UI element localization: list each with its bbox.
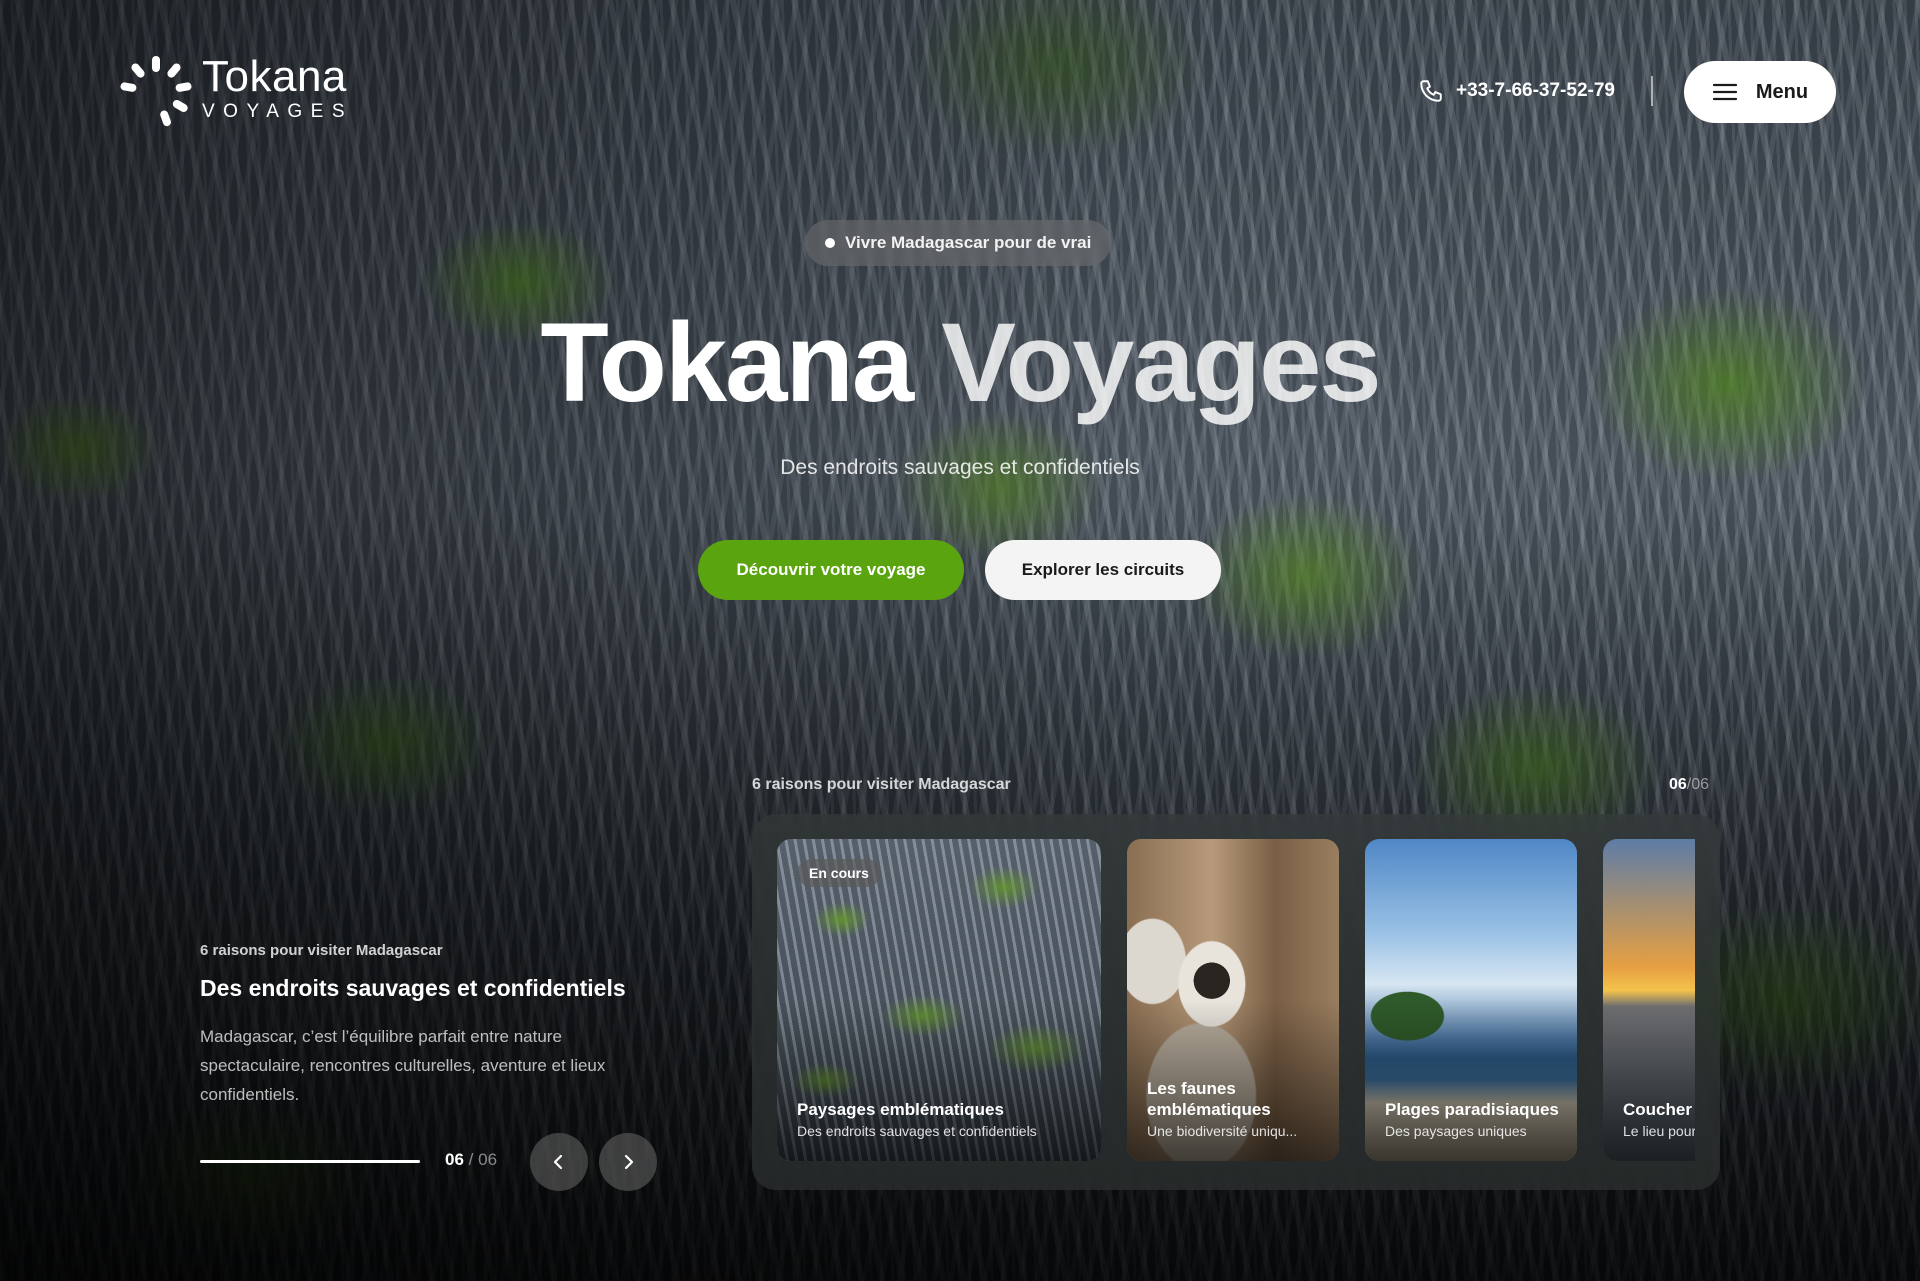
slider-kicker: 6 raisons pour visiter Madagascar — [752, 776, 1011, 793]
hero-badge: Vivre Madagascar pour de vrai — [805, 220, 1112, 266]
slider-track: En cours Paysages emblématiques Des endr… — [777, 839, 1695, 1161]
menu-label: Menu — [1755, 80, 1809, 103]
card-title: Paysages emblématiques — [797, 1100, 1004, 1119]
card-title: Coucher de soleil — [1623, 1100, 1695, 1119]
slide-card-landscapes[interactable]: En cours Paysages emblématiques Des endr… — [777, 839, 1101, 1161]
hero-title-part1: Tokana — [540, 300, 914, 425]
explore-circuits-button[interactable]: Explorer les circuits — [985, 540, 1221, 600]
feature-progress-bar — [200, 1160, 420, 1163]
slider-counter: 06/06 — [1669, 776, 1709, 794]
discover-trip-button[interactable]: Découvrir votre voyage — [698, 540, 964, 600]
feature-counter: 06 / 06 — [445, 1150, 497, 1170]
reasons-slider: En cours Paysages emblématiques Des endr… — [752, 814, 1720, 1190]
slider-current: 06 — [1669, 776, 1687, 793]
feature-info: 6 raisons pour visiter Madagascar Des en… — [200, 942, 680, 1109]
badge-dot — [825, 238, 835, 248]
feature-current: 06 — [445, 1150, 464, 1169]
slide-card-fauna[interactable]: Les faunes emblématiques Une biodiversit… — [1127, 839, 1339, 1161]
feature-body: Madagascar, c’est l’équilibre parfait en… — [200, 1027, 606, 1104]
next-slide-button[interactable] — [599, 1133, 657, 1191]
chevron-left-icon — [553, 1154, 563, 1170]
feature-total: 06 — [478, 1150, 498, 1169]
phone-link[interactable]: +33-7-66-37-52-79 — [1418, 78, 1615, 104]
slide-card-sunset[interactable]: Coucher de soleil Le lieu pour... — [1603, 839, 1695, 1161]
slide-card-beaches[interactable]: Plages paradisiaques Des paysages unique… — [1365, 839, 1577, 1161]
phone-number: +33-7-66-37-52-79 — [1456, 80, 1615, 101]
card-subtitle: Une biodiversité uniqu... — [1147, 1123, 1298, 1139]
sunburst-logo-icon — [120, 56, 192, 127]
chevron-right-icon — [624, 1154, 634, 1170]
hero-title: Tokana Voyages — [0, 298, 1920, 428]
phone-icon — [1420, 80, 1442, 102]
brand-name: Tokana — [202, 52, 347, 101]
hero-title-part2: Voyages — [941, 300, 1381, 425]
site-header: Tokana VOYAGES +33-7-66-37-52-79 Menu — [0, 0, 1920, 180]
feature-title: Des endroits sauvages et confidentiels — [200, 975, 626, 1001]
menu-button[interactable]: Menu — [1684, 61, 1836, 123]
badge-text: Vivre Madagascar pour de vrai — [845, 233, 1092, 252]
brand-logo[interactable]: Tokana VOYAGES — [118, 54, 353, 130]
card-subtitle: Le lieu pour... — [1623, 1123, 1695, 1139]
card-title: Plages paradisiaques — [1385, 1100, 1559, 1119]
hamburger-icon — [1712, 83, 1737, 101]
feature-separator: / — [468, 1150, 474, 1169]
card-subtitle: Des endroits sauvages et confidentiels — [797, 1123, 1037, 1139]
brand-tagline: VOYAGES — [202, 101, 354, 122]
header-divider — [1651, 76, 1653, 106]
hero-subtitle: Des endroits sauvages et confidentiels — [780, 456, 1140, 479]
card-subtitle: Des paysages uniques — [1385, 1123, 1527, 1139]
current-pill: En cours — [797, 859, 881, 887]
card-title: Les faunes emblématiques — [1147, 1079, 1271, 1119]
prev-slide-button[interactable] — [530, 1133, 588, 1191]
feature-kicker: 6 raisons pour visiter Madagascar — [200, 942, 443, 959]
slider-total: 06 — [1691, 776, 1710, 793]
